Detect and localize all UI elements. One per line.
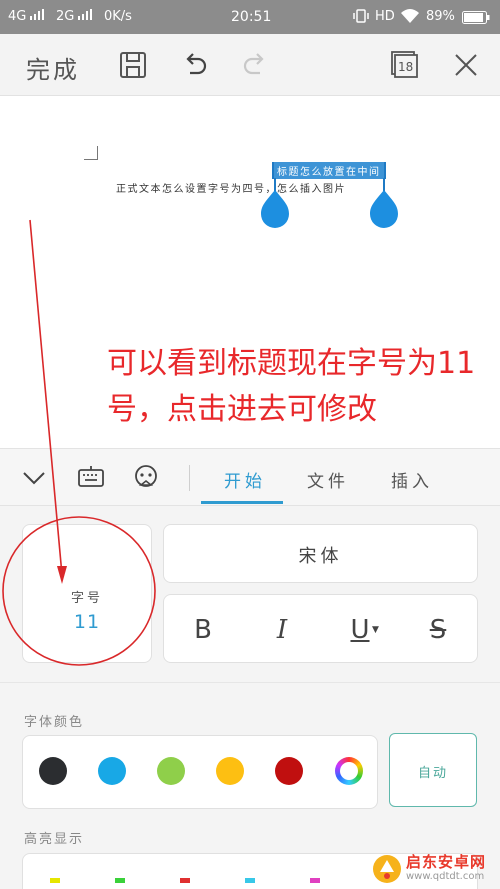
highlight-swatch-red[interactable] — [180, 878, 190, 883]
watermark-logo-icon — [373, 855, 401, 883]
undo-icon[interactable] — [180, 50, 210, 80]
vibrate-icon — [352, 9, 370, 27]
highlight-swatch-green[interactable] — [115, 878, 125, 883]
hd-label: HD — [375, 9, 395, 24]
font-name-value: 宋体 — [298, 546, 343, 567]
tab-divider — [189, 465, 190, 491]
watermark-title: 启东安卓网 — [406, 853, 487, 871]
highlight-swatch-yellow[interactable] — [50, 878, 60, 883]
redo-icon[interactable] — [240, 50, 270, 80]
italic-button[interactable]: I — [262, 613, 302, 647]
wifi-icon — [400, 8, 420, 28]
close-icon[interactable] — [451, 50, 481, 80]
sim1-label: 4G — [8, 9, 27, 24]
selection-handle-start[interactable] — [261, 178, 289, 228]
signal-icon — [78, 9, 92, 20]
color-swatch-yellow[interactable] — [216, 757, 244, 785]
font-color-label: 字体颜色 — [24, 715, 85, 730]
color-swatch-blue[interactable] — [98, 757, 126, 785]
sim2-label: 2G — [56, 9, 75, 24]
pages-count: 18 — [398, 60, 414, 74]
section-divider — [0, 682, 500, 683]
color-wheel-icon[interactable] — [335, 757, 363, 785]
font-size-button[interactable]: 字号 11 — [22, 524, 152, 663]
document-canvas[interactable]: 正式文本怎么设置字号为四号，怎么插入图片 标题怎么放置在中间 可以看到标题现在字… — [0, 96, 500, 448]
highlight-swatch-magenta[interactable] — [310, 878, 320, 883]
highlight-swatch-cyan[interactable] — [245, 878, 255, 883]
voice-assistant-icon[interactable] — [132, 463, 160, 491]
tab-insert[interactable]: 插入 — [391, 467, 433, 492]
annotation-line-1: 可以看到标题现在字号为11 — [107, 346, 476, 381]
keyboard-icon[interactable] — [77, 463, 105, 491]
color-swatch-red[interactable] — [275, 757, 303, 785]
status-bar: 4G 2G 0K/s 20:51 HD 89% — [0, 0, 500, 34]
font-color-palette — [22, 735, 378, 809]
pages-icon[interactable]: 18 — [389, 50, 419, 80]
editor-toolbar: 完成 18 — [0, 34, 500, 96]
watermark-url: www.qdtdt.com — [406, 871, 485, 882]
site-watermark: 启东安卓网 www.qdtdt.com — [372, 851, 497, 887]
auto-color-label: 自动 — [417, 766, 448, 781]
text-style-group: B I U ▼ S — [163, 594, 478, 663]
selected-title-text[interactable]: 标题怎么放置在中间 — [272, 162, 386, 179]
document-body-text[interactable]: 正式文本怎么设置字号为四号，怎么插入图片 — [116, 180, 346, 195]
color-swatch-black[interactable] — [39, 757, 67, 785]
font-name-selector[interactable]: 宋体 — [163, 524, 478, 583]
battery-level: 89% — [426, 9, 455, 24]
highlight-label: 高亮显示 — [24, 832, 85, 847]
auto-color-button[interactable]: 自动 — [389, 733, 477, 807]
tutorial-annotation: 可以看到标题现在字号为11 号，点击进去可修改 — [107, 341, 475, 433]
font-size-value: 11 — [73, 611, 101, 633]
network-speed: 0K/s — [104, 9, 132, 24]
annotation-line-2: 号，点击进去可修改 — [107, 392, 377, 427]
bold-button[interactable]: B — [183, 613, 223, 647]
clock: 20:51 — [231, 9, 272, 25]
tab-start[interactable]: 开始 — [224, 467, 266, 492]
underline-dropdown-icon[interactable]: ▼ — [372, 625, 379, 635]
format-tab-bar: 开始 文件 插入 — [0, 448, 500, 506]
font-size-label: 字号 — [70, 591, 103, 606]
save-icon[interactable] — [118, 50, 148, 80]
battery-icon — [462, 11, 490, 28]
tab-file[interactable]: 文件 — [307, 467, 349, 492]
active-tab-indicator — [201, 501, 283, 504]
collapse-chevron-icon[interactable] — [20, 463, 48, 491]
done-button[interactable]: 完成 — [26, 50, 80, 85]
page-corner-mark — [84, 146, 98, 160]
format-panel: 字号 11 宋体 B I U ▼ S 字体颜色 自动 高亮显示 — [0, 506, 500, 889]
color-swatch-green[interactable] — [157, 757, 185, 785]
strikethrough-button[interactable]: S — [418, 613, 458, 647]
selection-handle-end[interactable] — [370, 178, 398, 228]
signal-icon — [30, 9, 44, 20]
